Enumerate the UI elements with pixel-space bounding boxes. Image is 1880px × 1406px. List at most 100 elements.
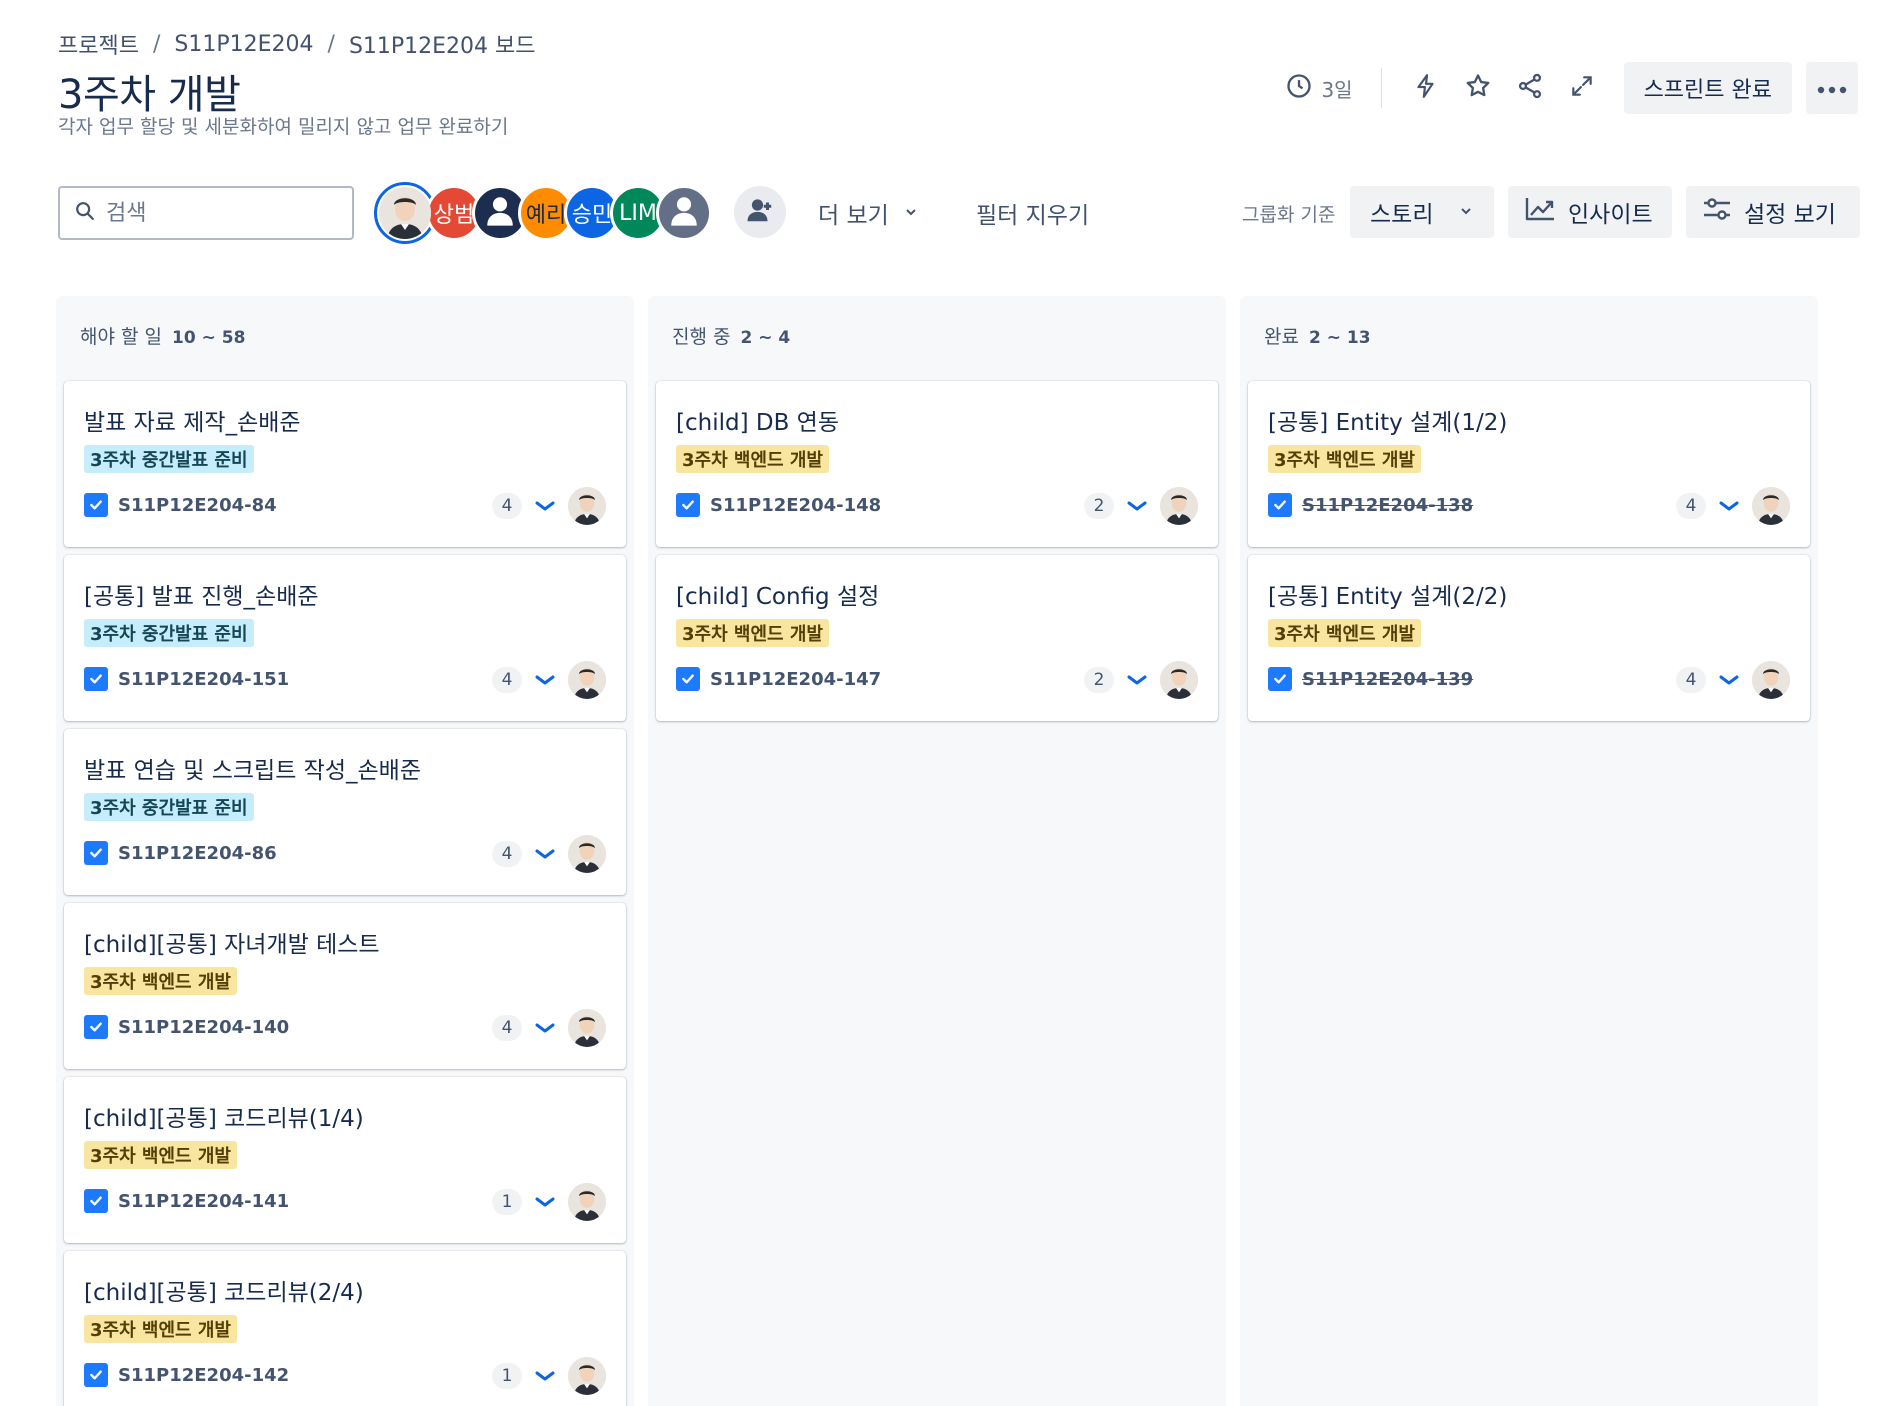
issue-key[interactable]: S11P12E204-139 [1302, 669, 1473, 690]
issue-key[interactable]: S11P12E204-140 [118, 1017, 289, 1038]
epic-label[interactable]: 3주차 중간발표 준비 [84, 445, 254, 473]
more-icon [1817, 79, 1847, 98]
assignee-avatar[interactable] [1752, 661, 1790, 699]
story-points-badge: 4 [1676, 667, 1706, 693]
view-settings-button[interactable]: 설정 보기 [1686, 186, 1860, 238]
group-by-select[interactable]: 스토리 [1350, 186, 1494, 238]
assignee-filter-avatars: 상범 예리 승민 LIM [374, 182, 712, 244]
search-icon [74, 200, 96, 226]
story-points-badge: 4 [492, 493, 522, 519]
add-people-button[interactable] [734, 186, 786, 238]
clock-icon [1285, 72, 1313, 105]
story-points-badge: 2 [1084, 493, 1114, 519]
search-field[interactable] [58, 186, 354, 240]
task-type-icon [1268, 493, 1292, 517]
insights-button[interactable]: 인사이트 [1508, 186, 1672, 238]
star-button[interactable] [1452, 62, 1504, 114]
column-title: 진행 중 [672, 326, 731, 348]
issue-key-row: S11P12E204-148 [676, 493, 881, 517]
task-type-icon [84, 667, 108, 691]
assignee-avatar[interactable] [1160, 487, 1198, 525]
more-actions-button[interactable] [1806, 62, 1858, 114]
assignee-avatar[interactable] [568, 1009, 606, 1047]
issue-card[interactable]: [child][공통] 코드리뷰(1/4) 3주차 백엔드 개발 S11P12E… [64, 1077, 626, 1243]
breadcrumb-separator: / [152, 31, 161, 57]
issue-key-row: S11P12E204-151 [84, 667, 289, 691]
issue-card[interactable]: [child] DB 연동 3주차 백엔드 개발 S11P12E204-148 … [656, 381, 1218, 547]
issue-key[interactable]: S11P12E204-141 [118, 1191, 289, 1212]
assignee-avatar[interactable] [568, 835, 606, 873]
clear-filters-button[interactable]: 필터 지우기 [976, 196, 1089, 230]
breadcrumb-board[interactable]: S11P12E204 보드 [349, 28, 536, 60]
card-meta: 2 [1084, 487, 1198, 525]
assignee-avatar[interactable] [1752, 487, 1790, 525]
issue-card[interactable]: [공통] Entity 설계(1/2) 3주차 백엔드 개발 S11P12E20… [1248, 381, 1810, 547]
column-title: 완료 [1264, 326, 1299, 348]
epic-label[interactable]: 3주차 백엔드 개발 [1268, 619, 1421, 647]
epic-label[interactable]: 3주차 백엔드 개발 [676, 445, 829, 473]
epic-label[interactable]: 3주차 백엔드 개발 [84, 1141, 237, 1169]
breadcrumb-projects[interactable]: 프로젝트 [58, 28, 139, 60]
issue-key-row: S11P12E204-139 [1268, 667, 1473, 691]
days-remaining[interactable]: 3일 [1285, 72, 1353, 105]
epic-label[interactable]: 3주차 백엔드 개발 [84, 1315, 237, 1343]
issue-key-row: S11P12E204-147 [676, 667, 881, 691]
breadcrumb-project[interactable]: S11P12E204 [174, 32, 313, 57]
priority-low-icon [532, 496, 558, 516]
assignee-avatar[interactable] [568, 1183, 606, 1221]
priority-low-icon [532, 1192, 558, 1212]
more-filters-dropdown[interactable]: 더 보기 [818, 196, 919, 230]
issue-card[interactable]: 발표 연습 및 스크립트 작성_손배준 3주차 중간발표 준비 S11P12E2… [64, 729, 626, 895]
assignee-avatar[interactable] [568, 661, 606, 699]
fullscreen-button[interactable] [1556, 62, 1608, 114]
issue-key[interactable]: S11P12E204-138 [1302, 495, 1473, 516]
epic-label[interactable]: 3주차 백엔드 개발 [84, 967, 237, 995]
issue-card[interactable]: [child] Config 설정 3주차 백엔드 개발 S11P12E204-… [656, 555, 1218, 721]
issue-card[interactable]: [공통] 발표 진행_손배준 3주차 중간발표 준비 S11P12E204-15… [64, 555, 626, 721]
column-todo: 해야 할 일 10 ~ 58 발표 자료 제작_손배준 3주차 중간발표 준비 … [56, 296, 634, 1406]
expand-icon [1569, 73, 1595, 103]
issue-key[interactable]: S11P12E204-147 [710, 669, 881, 690]
issue-key[interactable]: S11P12E204-84 [118, 495, 277, 516]
issue-key[interactable]: S11P12E204-86 [118, 843, 277, 864]
issue-card[interactable]: [child][공통] 자녀개발 테스트 3주차 백엔드 개발 S11P12E2… [64, 903, 626, 1069]
issue-card[interactable]: [공통] Entity 설계(2/2) 3주차 백엔드 개발 S11P12E20… [1248, 555, 1810, 721]
issue-card[interactable]: 발표 자료 제작_손배준 3주차 중간발표 준비 S11P12E204-84 4 [64, 381, 626, 547]
share-button[interactable] [1504, 62, 1556, 114]
issue-summary: [child][공통] 자녀개발 테스트 [84, 932, 380, 958]
task-type-icon [84, 1015, 108, 1039]
epic-label[interactable]: 3주차 중간발표 준비 [84, 619, 254, 647]
bolt-icon [1413, 73, 1439, 103]
epic-label[interactable]: 3주차 백엔드 개발 [1268, 445, 1421, 473]
complete-sprint-button[interactable]: 스프린트 완료 [1623, 62, 1792, 114]
issue-key-row: S11P12E204-142 [84, 1363, 289, 1387]
epic-label[interactable]: 3주차 중간발표 준비 [84, 793, 254, 821]
epic-label[interactable]: 3주차 백엔드 개발 [676, 619, 829, 647]
search-input[interactable] [106, 200, 326, 226]
sprint-goal: 각자 업무 할당 및 세분화하여 밀리지 않고 업무 완료하기 [58, 116, 509, 138]
avatar-me[interactable] [374, 182, 436, 244]
user-icon [483, 193, 517, 233]
chevron-down-icon [903, 200, 919, 226]
more-filters-label: 더 보기 [818, 203, 889, 229]
assignee-avatar[interactable] [568, 487, 606, 525]
issue-card[interactable]: [child][공통] 코드리뷰(2/4) 3주차 백엔드 개발 S11P12E… [64, 1251, 626, 1406]
issue-key[interactable]: S11P12E204-148 [710, 495, 881, 516]
story-points-badge: 4 [492, 667, 522, 693]
group-by-label: 그룹화 기준 [1242, 204, 1336, 226]
issue-key[interactable]: S11P12E204-151 [118, 669, 289, 690]
assignee-avatar[interactable] [568, 1357, 606, 1395]
assignee-avatar[interactable] [1160, 661, 1198, 699]
priority-low-icon [532, 670, 558, 690]
issue-summary: [child] Config 설정 [676, 584, 880, 610]
avatar-default[interactable] [656, 185, 712, 241]
column-count: 2 ~ 4 [740, 328, 791, 348]
group-by-value: 스토리 [1370, 202, 1434, 228]
issue-summary: [공통] Entity 설계(2/2) [1268, 584, 1508, 610]
automation-button[interactable] [1400, 62, 1452, 114]
issue-summary: [공통] 발표 진행_손배준 [84, 584, 319, 610]
issue-key[interactable]: S11P12E204-142 [118, 1365, 289, 1386]
divider [1380, 68, 1382, 108]
card-meta: 4 [492, 835, 606, 873]
story-points-badge: 4 [492, 841, 522, 867]
